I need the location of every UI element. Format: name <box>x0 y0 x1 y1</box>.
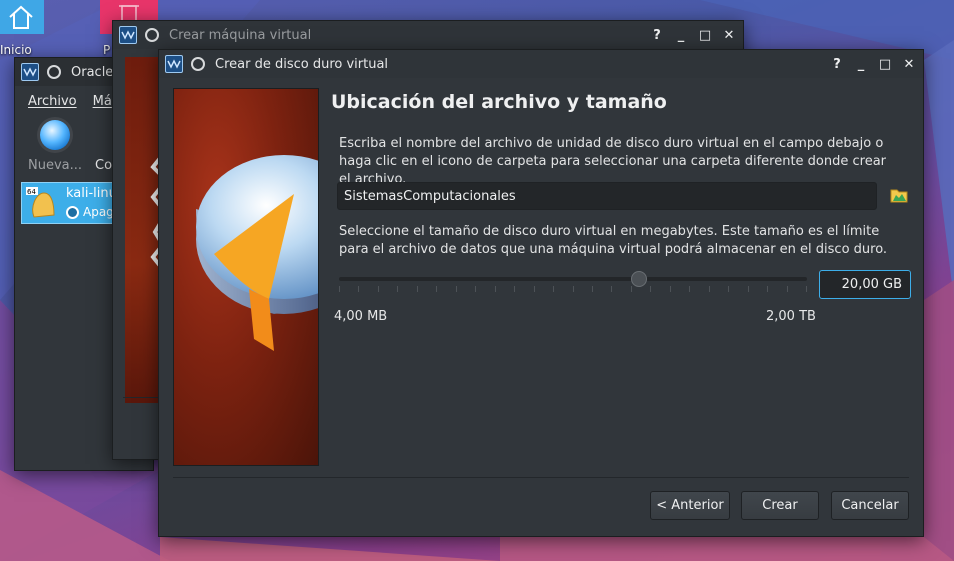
menu-archivo[interactable]: Archivo <box>28 94 77 109</box>
menu-maquina[interactable]: Má <box>93 94 112 109</box>
slider-tick <box>767 286 768 292</box>
slider-tick <box>709 286 710 292</box>
cancel-button[interactable]: Cancelar <box>831 491 909 520</box>
page-title: Ubicación del archivo y tamaño <box>331 91 667 113</box>
minimize-button[interactable]: _ <box>851 54 871 74</box>
hard-disk-illustration <box>173 88 319 466</box>
vm-state: Apag <box>66 205 114 219</box>
pin-icon[interactable] <box>191 57 205 71</box>
slider-tick <box>358 286 359 292</box>
create-vm-titlebar: Crear máquina virtual ? _ □ ✕ <box>113 21 743 49</box>
close-button[interactable]: ✕ <box>719 25 739 45</box>
create-button[interactable]: Crear <box>741 491 819 520</box>
slider-tick <box>397 286 398 292</box>
slider-tick <box>339 286 340 292</box>
pin-icon[interactable] <box>47 65 61 79</box>
disk-size-input[interactable]: 20,00 GB <box>819 270 911 299</box>
new-vm-button[interactable]: Nueva... <box>25 120 85 173</box>
slider-tick <box>378 286 379 292</box>
help-button[interactable]: ? <box>827 54 847 74</box>
kali-os-icon: 64 <box>26 187 55 218</box>
slider-tick <box>417 286 418 292</box>
home-icon <box>9 5 33 29</box>
trash-desktop-label: P <box>103 43 111 57</box>
maximize-button[interactable]: □ <box>875 54 895 74</box>
home-desktop-label: Inicio <box>0 43 32 57</box>
hard-disk-chart-icon <box>196 155 318 351</box>
power-off-icon <box>66 205 79 219</box>
slider-tick <box>495 286 496 292</box>
slider-tick <box>650 286 651 292</box>
slider-tick <box>748 286 749 292</box>
new-vm-label: Nueva... <box>27 158 83 173</box>
slider-tick <box>475 286 476 292</box>
size-description: Seleccione el tamaño de disco duro virtu… <box>339 224 888 257</box>
disk-size-slider[interactable] <box>339 270 807 294</box>
slider-tick <box>787 286 788 292</box>
create-vm-title: Crear máquina virtual <box>169 27 312 43</box>
file-location-input[interactable]: SistemasComputacionales <box>337 182 877 210</box>
dialog-divider <box>173 477 909 478</box>
vm-state-label: Apag <box>83 205 114 219</box>
size-range-max: 2,00 TB <box>766 309 816 324</box>
maximize-button[interactable]: □ <box>695 25 715 45</box>
location-description: Escriba el nombre del archivo de unidad … <box>339 136 887 187</box>
window-controls: ? _ □ ✕ <box>647 25 739 45</box>
vm-arch-badge: 64 <box>27 188 36 196</box>
back-button-prefix: < <box>656 498 672 513</box>
size-range-min: 4,00 MB <box>334 309 388 324</box>
window-controls: ? _ □ ✕ <box>827 54 919 74</box>
slider-tick <box>573 286 574 292</box>
virtualbox-logo-icon <box>165 55 183 73</box>
folder-browse-button[interactable] <box>890 187 908 203</box>
virtualbox-logo-icon <box>119 26 137 44</box>
vm-name: kali-linu <box>66 186 117 201</box>
slider-tick <box>689 286 690 292</box>
folder-icon <box>890 189 908 203</box>
slider-tick <box>728 286 729 292</box>
slider-tick <box>670 286 671 292</box>
close-button[interactable]: ✕ <box>899 54 919 74</box>
create-disk-title: Crear de disco duro virtual <box>215 56 389 72</box>
slider-tick <box>592 286 593 292</box>
slider-tick <box>631 286 632 292</box>
virtualbox-logo-icon <box>21 63 39 81</box>
slider-tick <box>553 286 554 292</box>
minimize-button[interactable]: _ <box>671 25 691 45</box>
slider-tick <box>611 286 612 292</box>
slider-tick <box>456 286 457 292</box>
slider-tick <box>514 286 515 292</box>
back-button[interactable]: < Anterior <box>650 491 730 520</box>
slider-tick <box>534 286 535 292</box>
create-disk-dialog: Crear de disco duro virtual ? _ □ ✕ Ubic… <box>158 49 924 537</box>
slider-tick <box>806 286 807 292</box>
help-button[interactable]: ? <box>647 25 667 45</box>
home-desktop-icon[interactable] <box>0 0 44 34</box>
settings-button[interactable]: Co <box>95 158 112 173</box>
slider-handle[interactable] <box>631 271 647 287</box>
back-button-label: Anterior <box>671 498 724 513</box>
new-vm-icon <box>40 120 70 150</box>
create-disk-titlebar: Crear de disco duro virtual ? _ □ ✕ <box>159 50 923 78</box>
manager-title: Oracle <box>71 64 114 80</box>
slider-tick <box>436 286 437 292</box>
pin-icon[interactable] <box>145 28 159 42</box>
slider-track <box>339 277 807 281</box>
